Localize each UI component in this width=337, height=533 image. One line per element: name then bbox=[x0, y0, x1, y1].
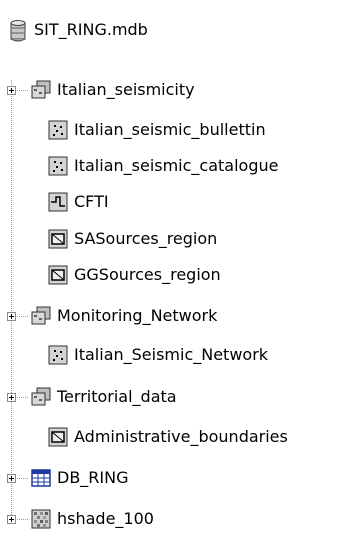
tree-item-label: Italian_seismic_bullettin bbox=[74, 120, 266, 139]
tree-item-label: hshade_100 bbox=[57, 509, 154, 528]
tree-connector-line bbox=[17, 519, 29, 520]
tree-item-db-ring[interactable]: DB_RING bbox=[31, 465, 129, 491]
tree-item-label: Monitoring_Network bbox=[57, 306, 218, 325]
tree-item-italian-seismic-catalogue[interactable]: Italian_seismic_catalogue bbox=[48, 153, 278, 179]
tree-root-label: SIT_RING.mdb bbox=[34, 20, 148, 39]
point-feature-class-icon bbox=[48, 156, 68, 176]
expand-toggle-icon[interactable] bbox=[7, 515, 16, 524]
tree-item-label: DB_RING bbox=[57, 468, 129, 487]
tree-connector-line bbox=[11, 80, 12, 520]
expand-toggle-icon[interactable] bbox=[7, 312, 16, 321]
tree-item-hshade-100[interactable]: hshade_100 bbox=[31, 506, 154, 532]
expand-toggle-icon[interactable] bbox=[7, 86, 16, 95]
database-icon bbox=[8, 20, 28, 42]
tree-item-label: Italian_seismic_catalogue bbox=[74, 156, 279, 175]
expand-toggle-icon[interactable] bbox=[7, 474, 16, 483]
tree-connector-line bbox=[17, 90, 29, 91]
tree-item-label: Italian_Seismic_Network bbox=[74, 345, 269, 364]
feature-dataset-icon bbox=[31, 80, 51, 100]
tree-connector-line bbox=[17, 397, 29, 398]
tree-item-label: GGSources_region bbox=[74, 265, 221, 284]
tree-item-administrative-boundaries[interactable]: Administrative_boundaries bbox=[48, 424, 288, 450]
tree-connector-line bbox=[17, 316, 29, 317]
expand-toggle-icon[interactable] bbox=[7, 393, 16, 402]
tree-item-italian-seismic-bullettin[interactable]: Italian_seismic_bullettin bbox=[48, 117, 266, 143]
tree-connector-line bbox=[17, 478, 29, 479]
tree-root[interactable]: SIT_RING.mdb bbox=[8, 17, 148, 43]
tree-item-ggsources-region[interactable]: GGSources_region bbox=[48, 262, 221, 288]
tree-item-cfti[interactable]: CFTI bbox=[48, 189, 109, 215]
line-feature-class-icon bbox=[48, 192, 68, 212]
polygon-feature-class-icon bbox=[48, 265, 68, 285]
polygon-feature-class-icon bbox=[48, 229, 68, 249]
raster-dataset-icon bbox=[31, 509, 51, 529]
tree-item-italian-seismicity[interactable]: Italian_seismicity bbox=[31, 77, 195, 103]
feature-dataset-icon bbox=[31, 306, 51, 326]
tree-item-label: SASources_region bbox=[74, 229, 218, 248]
point-feature-class-icon bbox=[48, 120, 68, 140]
tree-item-monitoring-network[interactable]: Monitoring_Network bbox=[31, 303, 217, 329]
tree-item-label: Territorial_data bbox=[57, 387, 177, 406]
tree-item-italian-seismic-network[interactable]: Italian_Seismic_Network bbox=[48, 342, 268, 368]
feature-dataset-icon bbox=[31, 387, 51, 407]
tree-item-sasources-region[interactable]: SASources_region bbox=[48, 226, 217, 252]
point-feature-class-icon bbox=[48, 345, 68, 365]
tree-item-label: Italian_seismicity bbox=[57, 80, 195, 99]
tree-item-label: Administrative_boundaries bbox=[74, 427, 288, 446]
polygon-feature-class-icon bbox=[48, 427, 68, 447]
table-icon bbox=[31, 468, 51, 488]
tree-item-label: CFTI bbox=[74, 192, 109, 211]
tree-item-territorial-data[interactable]: Territorial_data bbox=[31, 384, 177, 410]
